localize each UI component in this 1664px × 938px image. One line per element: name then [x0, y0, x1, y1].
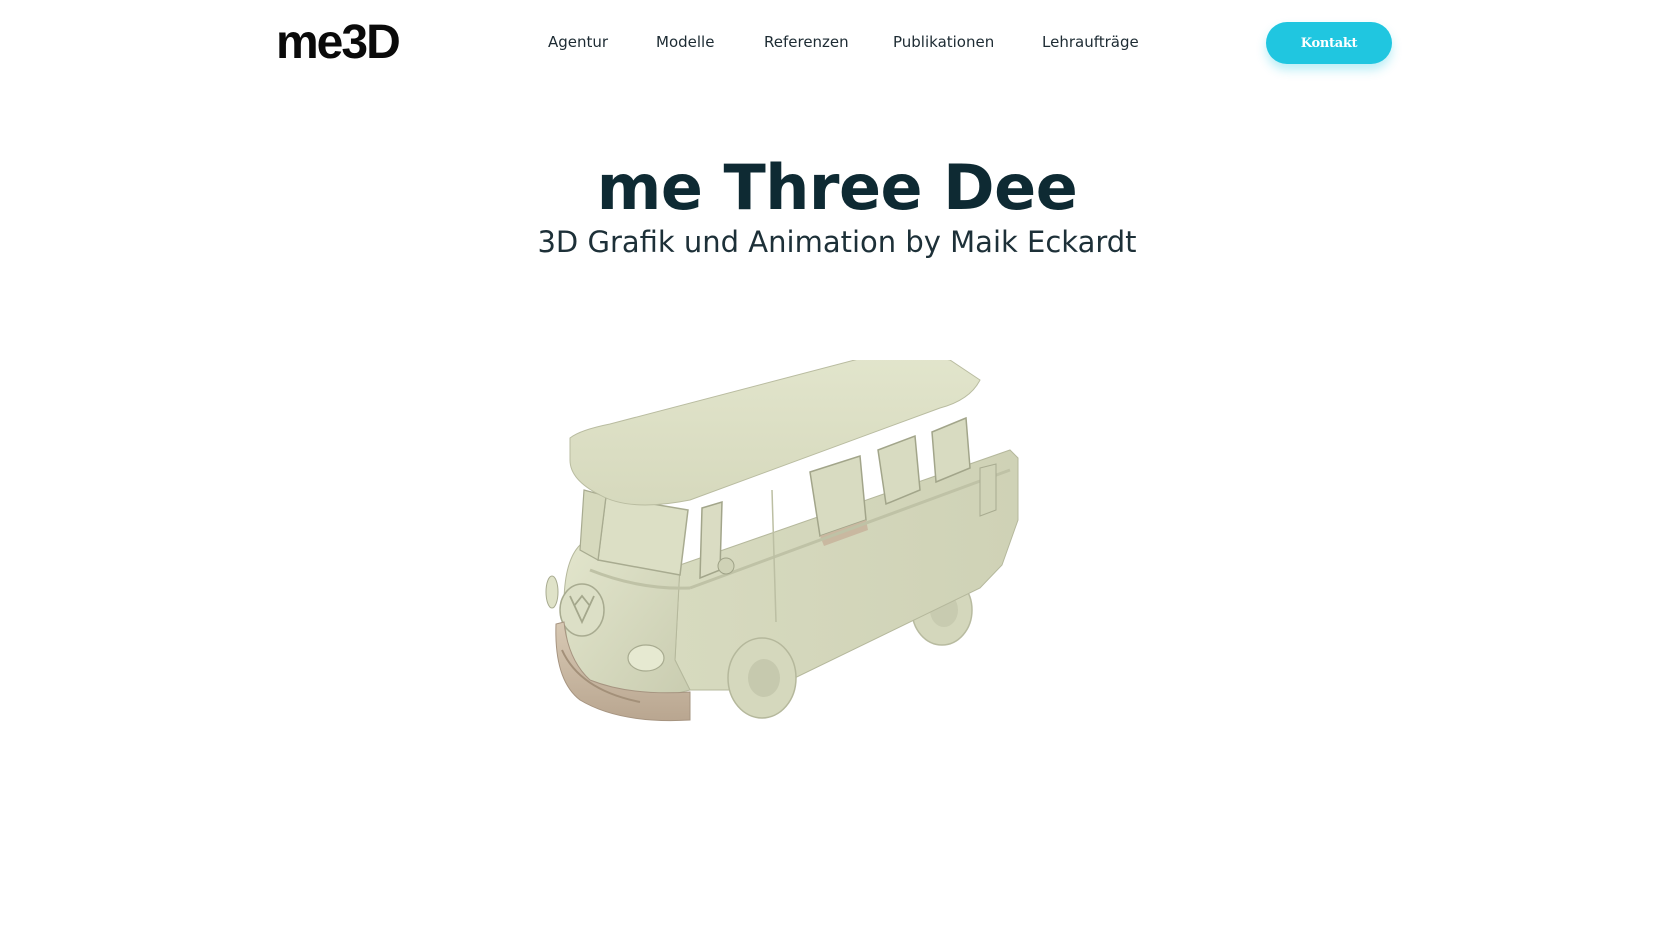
nav-item-lehrauftraege[interactable]: Lehraufträge — [1042, 30, 1139, 54]
3d-model-viewer[interactable] — [540, 353, 1080, 780]
page-title: me Three Dee — [596, 151, 1078, 224]
nav-item-modelle[interactable]: Modelle — [656, 30, 714, 54]
site-header: me3D Agentur Modelle Referenzen Publikat… — [0, 0, 1664, 88]
nav-item-referenzen[interactable]: Referenzen — [764, 30, 849, 54]
site-logo[interactable]: me3D — [276, 14, 401, 72]
nav-item-publikationen[interactable]: Publikationen — [893, 30, 994, 54]
vw-bus-model-icon — [545, 353, 1019, 722]
nav-item-agentur[interactable]: Agentur — [548, 30, 608, 54]
page-subtitle: 3D Grafik und Animation by Maik Eckardt — [537, 225, 1137, 259]
contact-button[interactable]: Kontakt — [1266, 22, 1392, 64]
